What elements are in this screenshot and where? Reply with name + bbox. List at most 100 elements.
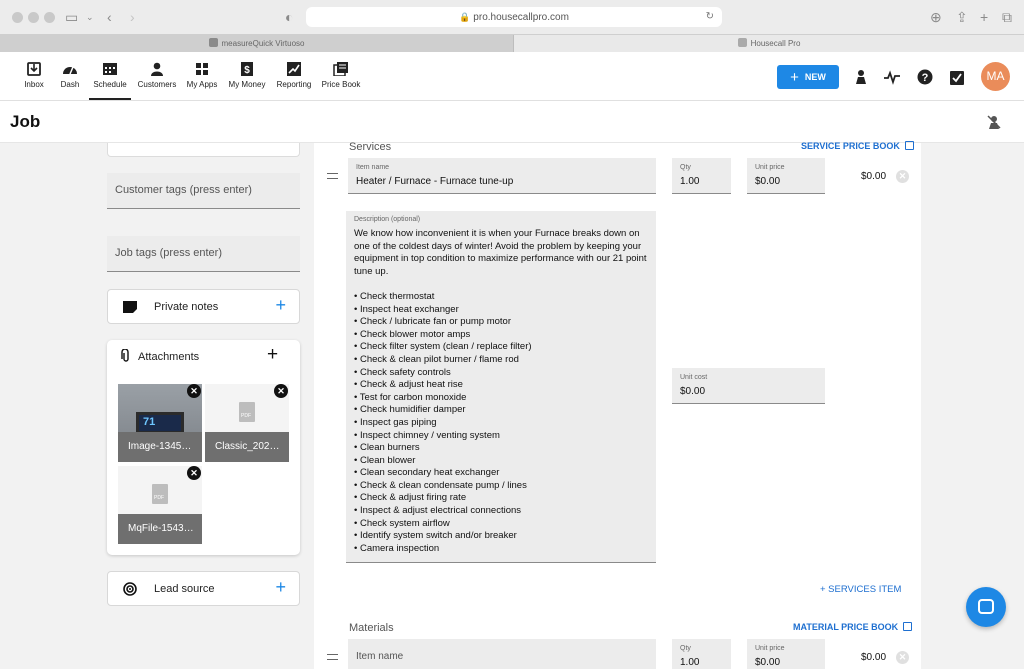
svg-text:?: ? [922, 72, 929, 84]
nav-inbox[interactable]: Inbox [22, 62, 46, 89]
plus-icon: + [790, 69, 799, 86]
tab-housecall-pro[interactable]: Housecall Pro [514, 35, 1024, 52]
service-item-name-field[interactable]: Item name Heater / Furnace - Furnace tun… [348, 158, 656, 194]
material-price-book-label: MATERIAL PRICE BOOK [793, 622, 899, 632]
remove-attachment-button[interactable]: ✕ [187, 384, 201, 398]
field-label: Qty [680, 645, 691, 652]
thermostat-screen: 71 [136, 412, 184, 434]
chat-support-button[interactable] [966, 587, 1006, 627]
nav-dash[interactable]: Dash [58, 62, 82, 89]
remove-attachment-button[interactable]: ✕ [187, 466, 201, 480]
customer-tags-input[interactable]: Customer tags (press enter) [107, 173, 300, 209]
service-line-amount: $0.00 [861, 171, 887, 182]
attachment-name: MqFile-1543… [118, 514, 202, 544]
material-qty-field[interactable]: Qty 1.00 [672, 639, 731, 669]
pdf-label: PDF [241, 413, 251, 419]
chart-icon [287, 62, 301, 76]
remove-attachment-button[interactable]: ✕ [274, 384, 288, 398]
inbox-icon [27, 62, 41, 76]
remove-service-item-button[interactable]: ✕ [896, 170, 909, 183]
pdf-icon: PDF [152, 484, 168, 504]
nav-schedule[interactable]: Schedule [89, 62, 131, 100]
tab-label: measureQuick Virtuoso [221, 39, 305, 48]
tasks-checklist-icon[interactable] [949, 69, 965, 85]
private-notes-card[interactable]: Private notes + [107, 289, 300, 324]
add-lead-source-button[interactable]: + [275, 577, 286, 598]
zoom-window-button[interactable] [44, 12, 55, 23]
page-title: Job [10, 112, 41, 131]
nav-my-apps[interactable]: My Apps [186, 62, 218, 89]
chevron-down-icon[interactable]: ⌄ [86, 8, 94, 26]
nav-label: My Money [228, 80, 266, 89]
nav-label: Dash [60, 80, 80, 89]
address-bar[interactable]: 🔒 pro.housecallpro.com ↻ [306, 7, 722, 27]
technician-icon[interactable] [853, 69, 869, 85]
drag-handle-icon[interactable] [327, 654, 338, 660]
field-label: Unit price [755, 645, 785, 652]
nav-label: Customers [137, 80, 177, 89]
field-value: $0.00 [755, 657, 781, 668]
attachment-name: Image-1345… [118, 432, 202, 462]
nav-price-book[interactable]: Price Book [321, 62, 361, 89]
drag-handle-icon[interactable] [327, 173, 338, 179]
tab-measurequick[interactable]: measureQuick Virtuoso [0, 35, 514, 52]
attachments-card: Attachments + 71 Image-1345… ✕ PDF Class… [107, 340, 300, 555]
service-unit-cost-field[interactable]: Unit cost $0.00 [672, 368, 825, 404]
job-tags-input[interactable]: Job tags (press enter) [107, 236, 300, 272]
activity-pulse-icon[interactable] [884, 69, 900, 85]
person-icon [151, 62, 163, 76]
close-window-button[interactable] [12, 12, 23, 23]
minimize-window-button[interactable] [28, 12, 39, 23]
new-tab-icon[interactable]: + [980, 8, 988, 26]
nav-label: Price Book [321, 80, 361, 89]
nav-customers[interactable]: Customers [137, 62, 177, 89]
service-price-book-link[interactable]: SERVICE PRICE BOOK [801, 141, 914, 151]
materials-title: Materials [349, 622, 394, 634]
avatar[interactable]: MA [981, 62, 1010, 91]
add-attachment-button[interactable]: + [267, 344, 278, 366]
avatar-initials: MA [986, 69, 1005, 83]
back-icon[interactable]: ‹ [107, 8, 112, 26]
nav-my-money[interactable]: $ My Money [228, 62, 266, 89]
service-description-field[interactable]: Description (optional) We know how incon… [346, 211, 656, 563]
privacy-shield-icon[interactable]: ◐ [285, 8, 293, 26]
share-icon[interactable]: ⇪ [956, 8, 968, 26]
nav-reporting[interactable]: Reporting [276, 62, 312, 89]
dispatch-icon[interactable] [986, 114, 1002, 130]
book-icon [903, 622, 913, 631]
favicon-icon [737, 38, 747, 47]
service-qty-field[interactable]: Qty 1.00 [672, 158, 731, 194]
reload-icon[interactable]: ↻ [706, 7, 714, 27]
material-price-book-link[interactable]: MATERIAL PRICE BOOK [793, 622, 913, 632]
new-button[interactable]: + NEW [777, 65, 839, 89]
tab-overview-icon[interactable]: ⧉ [1002, 8, 1012, 26]
browser-tabbar: measureQuick Virtuoso Housecall Pro [0, 34, 1024, 52]
field-value: $0.00 [755, 176, 781, 187]
help-icon[interactable]: ? [917, 69, 933, 85]
pdf-icon: PDF [239, 402, 255, 422]
collapsed-card [107, 143, 300, 157]
services-title: Services [349, 141, 392, 153]
book-icon [904, 141, 914, 150]
new-button-label: NEW [804, 72, 826, 82]
service-unit-price-field[interactable]: Unit price $0.00 [747, 158, 825, 194]
target-icon [123, 582, 137, 596]
tab-label: Housecall Pro [750, 39, 801, 48]
add-private-note-button[interactable]: + [275, 295, 286, 316]
app-navbar: Inbox Dash Schedule Customers My Apps $ … [0, 52, 1024, 101]
favicon-icon [208, 38, 218, 47]
lock-icon: 🔒 [459, 12, 471, 22]
service-description-text: We know how inconvenient it is when your… [354, 228, 647, 554]
material-unit-price-field[interactable]: Unit price $0.00 [747, 639, 825, 669]
job-tags-placeholder: Job tags (press enter) [115, 247, 222, 259]
dashboard-icon [63, 66, 77, 75]
download-icon[interactable]: ⊕ [930, 8, 942, 26]
material-item-name-field[interactable]: Item name [348, 639, 656, 669]
field-value: 1.00 [680, 657, 700, 668]
thermostat-reading: 71 [143, 416, 156, 428]
add-service-item-button[interactable]: + SERVICES ITEM [820, 584, 901, 595]
remove-material-item-button[interactable]: ✕ [896, 651, 909, 664]
sidebar-toggle-icon[interactable]: ▭ [65, 8, 78, 26]
lead-source-card[interactable]: Lead source + [107, 571, 300, 606]
forward-icon[interactable]: › [130, 8, 135, 26]
